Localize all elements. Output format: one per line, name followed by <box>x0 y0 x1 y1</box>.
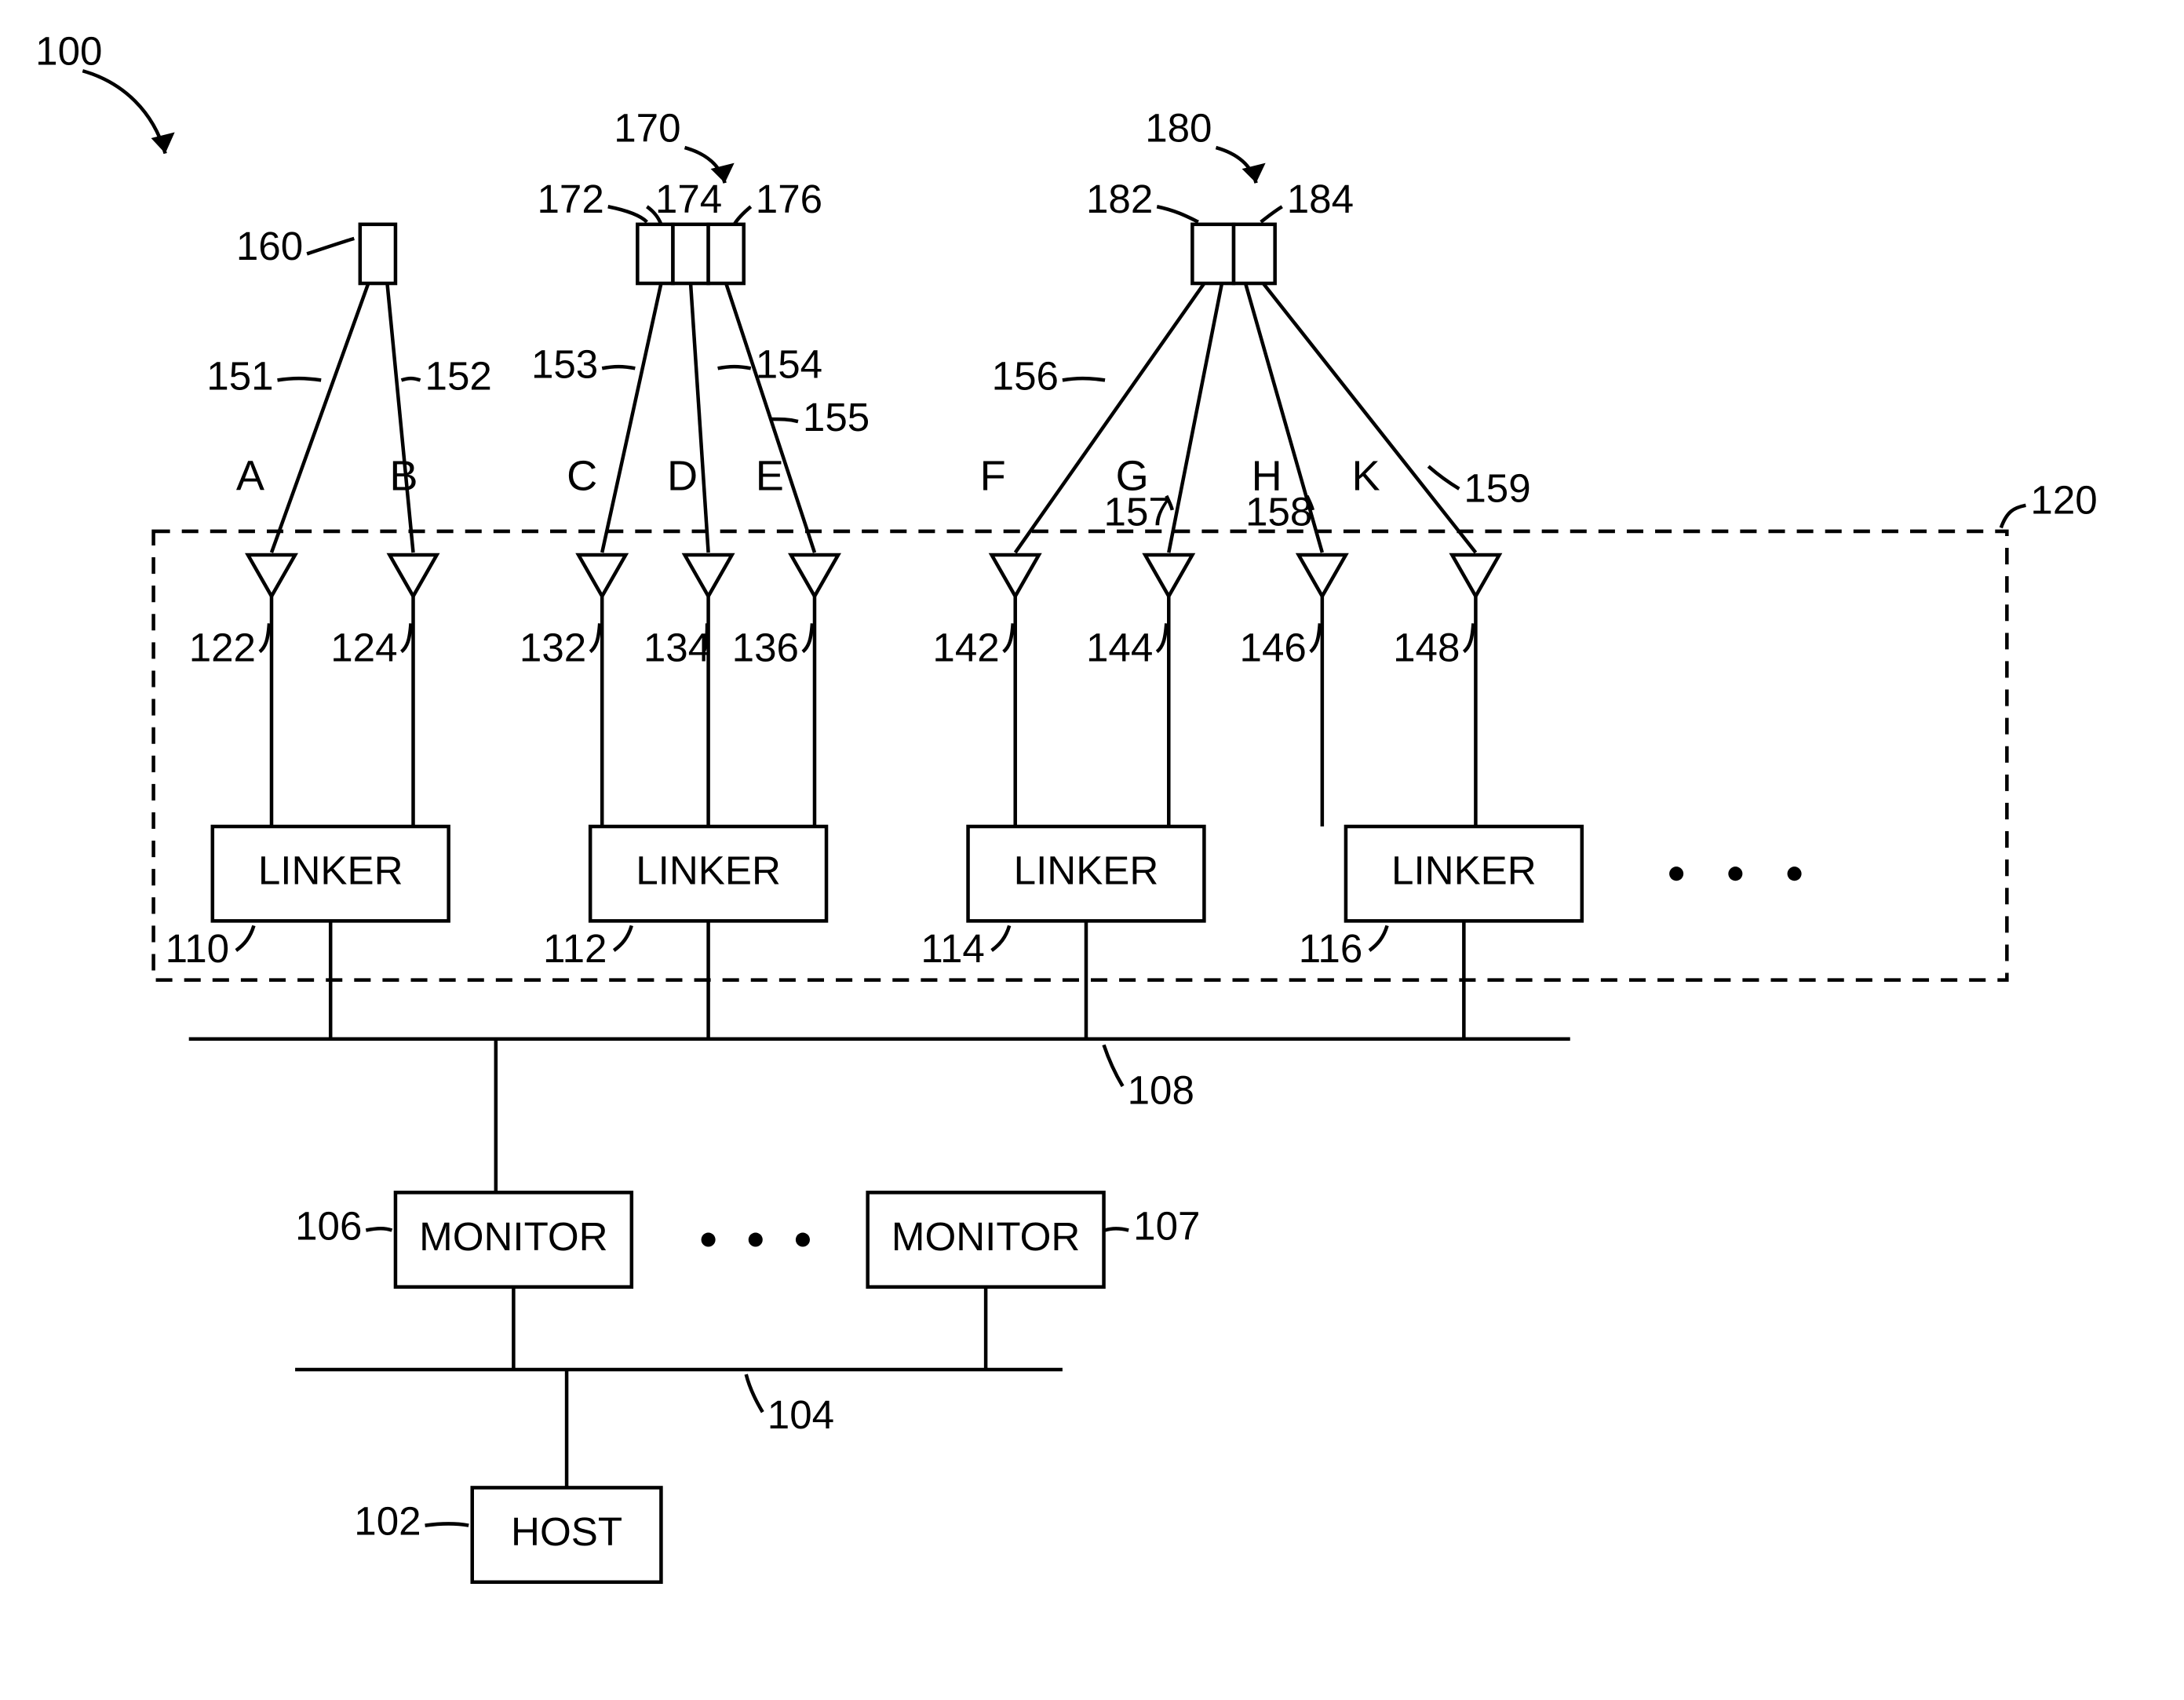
svg-text:LINKER: LINKER <box>1391 848 1537 893</box>
ref-144: 144 <box>1086 625 1153 669</box>
svg-text:MONITOR: MONITOR <box>891 1214 1080 1259</box>
ref-151: 151 <box>206 353 273 398</box>
remote-160 <box>360 224 396 283</box>
path-E: E <box>756 452 784 499</box>
path-F: F <box>980 452 1006 499</box>
ref-154: 154 <box>756 341 822 386</box>
ref-122: 122 <box>189 625 256 669</box>
ref-160: 160 <box>236 224 303 268</box>
svg-text:LINKER: LINKER <box>1014 848 1159 893</box>
ref-152: 152 <box>425 353 492 398</box>
ref-156: 156 <box>992 353 1059 398</box>
ref-180: 180 <box>1145 106 1212 151</box>
ref-124: 124 <box>330 625 397 669</box>
ref-172: 172 <box>537 177 603 221</box>
ref-148: 148 <box>1393 625 1460 669</box>
svg-text:LINKER: LINKER <box>636 848 781 893</box>
ref-134: 134 <box>644 625 710 669</box>
ref-155: 155 <box>803 395 870 440</box>
ref-104: 104 <box>767 1392 834 1437</box>
ref-132: 132 <box>520 625 586 669</box>
svg-text:HOST: HOST <box>511 1509 622 1554</box>
path-B: B <box>389 452 417 499</box>
svg-text:MONITOR: MONITOR <box>419 1214 607 1259</box>
ref-120: 120 <box>2030 477 2097 522</box>
ref-182: 182 <box>1086 177 1153 221</box>
ref-184: 184 <box>1287 177 1354 221</box>
path-D: D <box>667 452 698 499</box>
ref-116: 116 <box>1299 926 1363 971</box>
ref-136: 136 <box>732 625 799 669</box>
ref-110: 110 <box>166 926 230 971</box>
ref-112: 112 <box>543 926 607 971</box>
linker-boxes: LINKER LINKER LINKER LINKER <box>213 826 1582 921</box>
fig-ref: 100 <box>35 29 102 74</box>
ref-174: 174 <box>655 177 722 221</box>
ref-102: 102 <box>354 1499 421 1544</box>
path-K: K <box>1351 452 1380 499</box>
ref-142: 142 <box>932 625 999 669</box>
ref-146: 146 <box>1240 625 1307 669</box>
ref-108: 108 <box>1128 1068 1194 1113</box>
ref-157: 157 <box>1104 489 1171 534</box>
ref-170: 170 <box>614 106 680 151</box>
ref-114: 114 <box>921 926 985 971</box>
ref-159: 159 <box>1464 465 1530 510</box>
remote-180 <box>1192 224 1274 283</box>
remote-170 <box>637 224 743 283</box>
svg-text:LINKER: LINKER <box>258 848 403 893</box>
antennas <box>248 555 1500 826</box>
ref-153: 153 <box>531 341 598 386</box>
diagram-canvas: 100 160 170 172 174 176 180 182 184 120 <box>0 0 2184 1700</box>
ref-158: 158 <box>1245 489 1312 534</box>
path-C: C <box>567 452 597 499</box>
ref-106: 106 <box>295 1204 362 1249</box>
path-A: A <box>236 452 264 499</box>
ref-107: 107 <box>1133 1204 1200 1249</box>
ref-176: 176 <box>756 177 822 221</box>
